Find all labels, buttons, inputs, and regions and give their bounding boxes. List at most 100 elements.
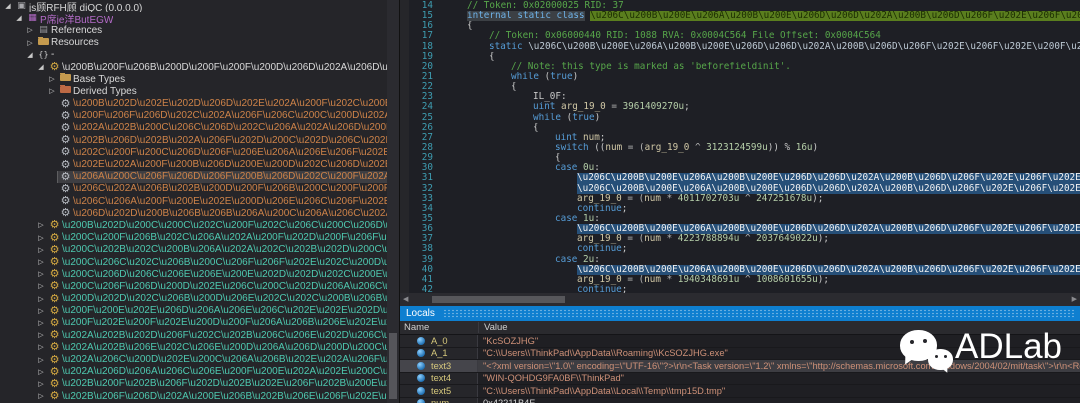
code-line-32[interactable]: 32\u206C\u200B\u200E\u206A\u200B\u200E\u…	[409, 184, 1080, 194]
tree-expander-collapsed-icon[interactable]: ▷	[35, 246, 47, 254]
tree-row-type[interactable]: ▷⚙\u202A\u202B\u206E\u202C\u206E\u200D\u…	[0, 341, 387, 353]
code-line-40[interactable]: 40\u206C\u200B\u200E\u206A\u200B\u200E\u…	[409, 265, 1080, 275]
tree-expander-expanded-icon[interactable]: ◢	[24, 51, 36, 59]
tree-row-type[interactable]: ▷⚙\u202A\u206C\u200D\u202E\u200C\u206A\u…	[0, 353, 387, 365]
code-line-39[interactable]: 39case 2u:	[409, 255, 1080, 265]
code-line-42[interactable]: 42continue;	[409, 285, 1080, 293]
locals-row-A_0[interactable]: A_0"KcSOZJHG"	[400, 335, 1080, 348]
tree-expander-collapsed-icon[interactable]: ▷	[46, 75, 58, 83]
code-line-30[interactable]: 30case 0u:	[409, 163, 1080, 173]
tree-row-method[interactable]: ⚙\u206A\u200C\u206F\u206D\u206F\u200B\u2…	[0, 171, 387, 183]
tree-expander-collapsed-icon[interactable]: ▷	[35, 234, 47, 242]
tree-row-references[interactable]: ▷▤References	[0, 24, 387, 36]
code-line-28[interactable]: 28switch ((num = (arg_19_0 ^ 3123124599u…	[409, 143, 1080, 153]
tree-row-type[interactable]: ▷⚙\u200C\u200F\u206B\u202C\u206A\u202A\u…	[0, 232, 387, 244]
tree-row-method[interactable]: ⚙\u206C\u202A\u206B\u202B\u200D\u200F\u2…	[0, 183, 387, 195]
tree-expander-collapsed-icon[interactable]: ▷	[35, 270, 47, 278]
code-line-22[interactable]: 22{	[409, 82, 1080, 92]
code-line-31[interactable]: 31\u206C\u200B\u200E\u206A\u200B\u200E\u…	[409, 173, 1080, 183]
tree-expander-collapsed-icon[interactable]: ▷	[35, 307, 47, 315]
tree-row-type[interactable]: ▷⚙\u200B\u202D\u200C\u200C\u202C\u200F\u…	[0, 219, 387, 231]
code-line-23[interactable]: 23IL_0F:	[409, 92, 1080, 102]
tree-row-class[interactable]: ◢⚙\u200B\u200F\u206B\u200D\u200F\u200F\u…	[0, 61, 387, 73]
code-line-27[interactable]: 27uint num;	[409, 133, 1080, 143]
locals-row-num[interactable]: num0x42211B4F	[400, 398, 1080, 403]
code-line-29[interactable]: 29{	[409, 153, 1080, 163]
tree-expander-collapsed-icon[interactable]: ▷	[35, 380, 47, 388]
tree-row-type[interactable]: ▷⚙\u202B\u206F\u206D\u202A\u200E\u206B\u…	[0, 390, 387, 402]
tree-row-type[interactable]: ▷⚙\u200C\u206C\u202C\u206B\u200C\u206F\u…	[0, 256, 387, 268]
code-line-38[interactable]: 38continue;	[409, 244, 1080, 254]
code-line-17[interactable]: 17// Token: 0x06000440 RID: 1088 RVA: 0x…	[409, 31, 1080, 41]
tree-row-method[interactable]: ⚙\u206D\u202D\u200B\u206B\u206B\u206A\u2…	[0, 207, 387, 219]
column-header-name[interactable]: Name	[400, 322, 479, 333]
tree-expander-expanded-icon[interactable]: ◢	[2, 2, 14, 10]
code-line-18[interactable]: 18static \u206C\u200B\u200E\u206A\u200B\…	[409, 42, 1080, 52]
code-line-16[interactable]: 16{	[409, 21, 1080, 31]
scroll-left-arrow-icon[interactable]: ◀	[403, 295, 408, 303]
tree-expander-collapsed-icon[interactable]: ▷	[35, 343, 47, 351]
tree-row-type[interactable]: ▷⚙\u200C\u202B\u202C\u200B\u206A\u202A\u…	[0, 244, 387, 256]
tree-expander-collapsed-icon[interactable]: ▷	[35, 392, 47, 400]
tree-row-method[interactable]: ⚙\u202B\u206D\u202B\u202A\u206F\u202D\u2…	[0, 134, 387, 146]
code-line-37[interactable]: 37arg_19_0 = (num * 4223788894u ^ 203764…	[409, 234, 1080, 244]
code-line-21[interactable]: 21while (true)	[409, 72, 1080, 82]
code-line-35[interactable]: 35case 1u:	[409, 214, 1080, 224]
tree-expander-collapsed-icon[interactable]: ▷	[35, 331, 47, 339]
tree-row-resources[interactable]: ▷Resources	[0, 37, 387, 49]
tree-row-type[interactable]: ▷⚙\u200C\u206F\u206D\u200D\u202E\u206C\u…	[0, 280, 387, 292]
locals-row-text4[interactable]: text4"WIN-QOHDG9FA0BF\\ThinkPad"	[400, 373, 1080, 386]
tree-expander-collapsed-icon[interactable]: ▷	[35, 295, 47, 303]
tree-row-type[interactable]: ▷⚙\u200D\u202D\u202C\u206B\u200D\u206E\u…	[0, 293, 387, 305]
locals-row-text5[interactable]: text5"C:\\Users\\ThinkPad\\AppData\\Loca…	[400, 385, 1080, 398]
code-line-19[interactable]: 19{	[409, 52, 1080, 62]
code-line-24[interactable]: 24uint arg_19_0 = 3961409270u;	[409, 102, 1080, 112]
tree-expander-collapsed-icon[interactable]: ▷	[24, 26, 36, 34]
tree-row-type[interactable]: ▷⚙\u200F\u202E\u200F\u202E\u200D\u200F\u…	[0, 317, 387, 329]
tree-row-type[interactable]: ▷⚙\u202A\u202B\u202D\u206F\u202C\u202B\u…	[0, 329, 387, 341]
tree-row-namespace[interactable]: ◢{}-	[0, 49, 387, 61]
tree-row-type[interactable]: ▷⚙\u202B\u200F\u202B\u206F\u202D\u202B\u…	[0, 378, 387, 390]
tree-row-type[interactable]: ▷⚙\u200F\u200E\u202E\u206D\u206A\u206E\u…	[0, 305, 387, 317]
code-line-34[interactable]: 34continue;	[409, 204, 1080, 214]
tree-expander-expanded-icon[interactable]: ◢	[13, 14, 25, 22]
tree-scrollbar-thumb[interactable]	[389, 333, 397, 399]
scroll-right-arrow-icon[interactable]: ▶	[1072, 295, 1077, 303]
tree-row-method[interactable]: ⚙\u206C\u206A\u200F\u200E\u202E\u200D\u2…	[0, 195, 387, 207]
tree-row-assembly[interactable]: ◢▣js顾RFH顾 diQC (0.0.0.0)	[0, 0, 387, 12]
tree-expander-collapsed-icon[interactable]: ▷	[24, 39, 36, 47]
locals-row-A_1[interactable]: A_1"C:\\Users\\ThinkPad\\AppData\\Roamin…	[400, 348, 1080, 361]
code-line-33[interactable]: 33arg_19_0 = (num * 4011702703u ^ 247251…	[409, 194, 1080, 204]
tree-row-method[interactable]: ⚙\u202C\u200F\u200C\u206D\u206F\u206E\u2…	[0, 146, 387, 158]
tree-expander-expanded-icon[interactable]: ◢	[35, 63, 47, 71]
tree-row-base-types[interactable]: ▷Base Types	[0, 73, 387, 85]
code-line-25[interactable]: 25while (true)	[409, 113, 1080, 123]
code-line-20[interactable]: 20// Note: this type is marked as 'befor…	[409, 62, 1080, 72]
tree-row-method[interactable]: ⚙\u202A\u202B\u200C\u206C\u206D\u202C\u2…	[0, 122, 387, 134]
tree-expander-collapsed-icon[interactable]: ▷	[35, 356, 47, 364]
code-line-36[interactable]: 36\u206C\u200B\u200E\u206A\u200B\u200E\u…	[409, 224, 1080, 234]
locals-title-bar[interactable]: Locals	[400, 306, 1080, 321]
tree-expander-collapsed-icon[interactable]: ▷	[35, 368, 47, 376]
code-line-26[interactable]: 26{	[409, 123, 1080, 133]
tree-expander-collapsed-icon[interactable]: ▷	[35, 221, 47, 229]
tree-row-module[interactable]: ◢▦P席je洋ButEGW	[0, 12, 387, 24]
hscrollbar-thumb[interactable]	[432, 296, 565, 303]
tree-row-type[interactable]: ▷⚙\u200C\u206D\u206C\u206E\u206E\u200E\u…	[0, 268, 387, 280]
tree-expander-collapsed-icon[interactable]: ▷	[35, 319, 47, 327]
code-line-41[interactable]: 41arg_19_0 = (num * 1940348691u ^ 100860…	[409, 275, 1080, 285]
tree-expander-collapsed-icon[interactable]: ▷	[46, 87, 58, 95]
tree-expander-collapsed-icon[interactable]: ▷	[35, 258, 47, 266]
locals-row-text3[interactable]: text3"<?xml version=\"1.0\" encoding=\"U…	[400, 360, 1080, 373]
tree-vertical-scrollbar[interactable]	[387, 0, 399, 403]
tree-row-type[interactable]: ▷⚙\u202A\u206D\u206A\u206C\u206E\u200F\u…	[0, 366, 387, 378]
tree-row-method[interactable]: ⚙\u202E\u202A\u200F\u200B\u206D\u200E\u2…	[0, 158, 387, 170]
code-line-15[interactable]: 15internal static class \u206C\u200B\u20…	[409, 11, 1080, 21]
tree-expander-collapsed-icon[interactable]: ▷	[35, 282, 47, 290]
tree-row-derived-types[interactable]: ▷Derived Types	[0, 85, 387, 97]
code-line-14[interactable]: 14// Token: 0x02000025 RID: 37	[409, 1, 1080, 11]
tree-row-method[interactable]: ⚙\u200B\u202D\u202E\u202D\u206D\u202E\u2…	[0, 98, 387, 110]
code-horizontal-scrollbar[interactable]: ◀ ▶	[400, 293, 1080, 306]
tree-row-method[interactable]: ⚙\u200F\u206F\u206D\u202C\u202A\u206F\u2…	[0, 110, 387, 122]
column-header-value[interactable]: Value	[479, 322, 1080, 333]
